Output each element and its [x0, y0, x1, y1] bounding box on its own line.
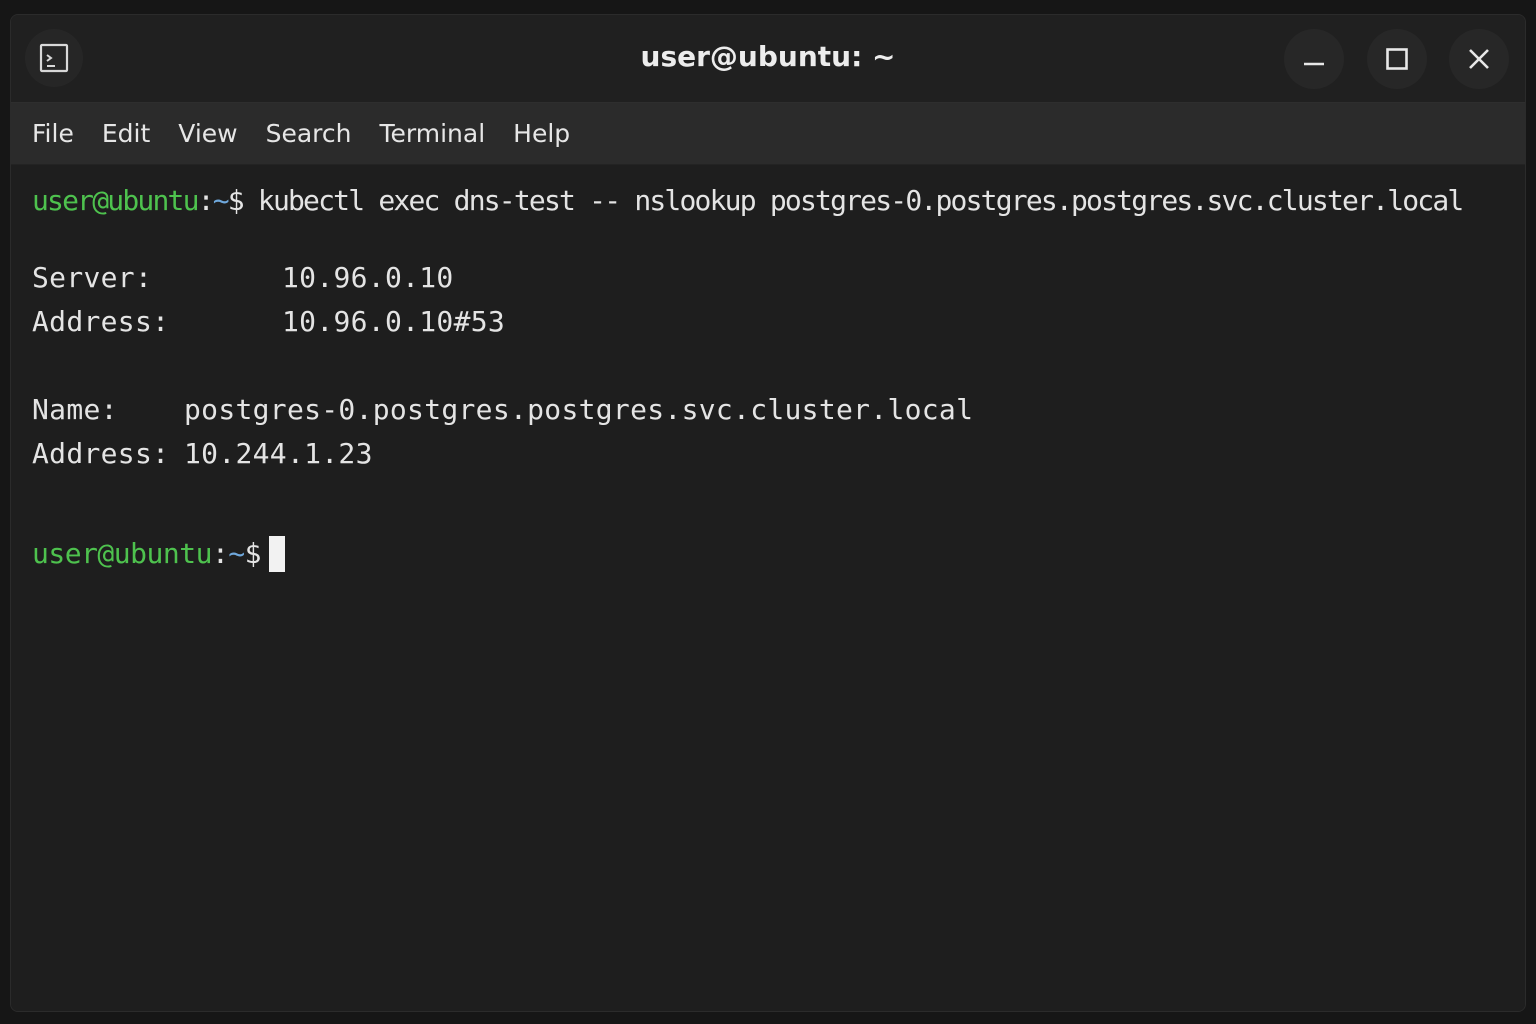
- prompt-user-host: user@ubuntu: [32, 537, 212, 570]
- server-line: Server: 10.96.0.10: [32, 260, 454, 296]
- text-cursor: [269, 536, 286, 572]
- prompt-dollar: $: [227, 184, 245, 217]
- name-label: Name:: [32, 393, 118, 426]
- prompt-colon: :: [197, 184, 215, 217]
- command-text: kubectl exec dns-test -- nslookup postgr…: [242, 184, 1464, 217]
- name-line: Name: postgres-0.postgres.postgres.svc.cl…: [32, 392, 973, 428]
- prompt-colon: :: [211, 537, 229, 570]
- menu-terminal[interactable]: Terminal: [370, 113, 494, 154]
- menu-file[interactable]: File: [23, 113, 83, 154]
- close-button[interactable]: [1449, 29, 1509, 89]
- server-value: 10.96.0.10: [282, 261, 454, 294]
- title-bar[interactable]: user@ubuntu: ~: [11, 15, 1525, 103]
- prompt-line[interactable]: user@ubuntu:~$: [32, 536, 286, 572]
- terminal-icon[interactable]: [25, 29, 83, 87]
- prompt-user-host: user@ubuntu: [32, 184, 199, 217]
- menu-bar: File Edit View Search Terminal Help: [11, 103, 1525, 165]
- menu-view[interactable]: View: [169, 113, 246, 154]
- result-address-label: Address:: [32, 437, 170, 470]
- prompt-path: ~: [212, 184, 230, 217]
- server-address-value: 10.96.0.10#53: [282, 305, 506, 338]
- terminal-window: user@ubuntu: ~ File Edit View Search Ter…: [10, 14, 1526, 1012]
- minimize-button[interactable]: [1284, 29, 1344, 89]
- close-icon: [1469, 49, 1489, 69]
- result-address-value: 10.244.1.23: [184, 437, 373, 470]
- menu-search[interactable]: Search: [257, 113, 361, 154]
- terminal-output[interactable]: user@ubuntu:~$ kubectl exec dns-test -- …: [11, 166, 1525, 1011]
- name-value: postgres-0.postgres.postgres.svc.cluster…: [184, 393, 974, 426]
- menu-edit[interactable]: Edit: [93, 113, 159, 154]
- menu-help[interactable]: Help: [504, 113, 579, 154]
- maximize-icon: [1386, 48, 1408, 70]
- command-line: user@ubuntu:~$ kubectl exec dns-test -- …: [32, 183, 1464, 219]
- maximize-button[interactable]: [1367, 29, 1427, 89]
- prompt-path: ~: [228, 537, 245, 570]
- minimize-icon: [1304, 62, 1324, 66]
- prompt-dollar: $: [244, 537, 262, 570]
- server-address-line: Address: 10.96.0.10#53: [32, 304, 505, 340]
- server-address-label: Address:: [32, 305, 170, 338]
- result-address-line: Address: 10.244.1.23: [32, 436, 373, 472]
- server-label: Server:: [32, 261, 153, 294]
